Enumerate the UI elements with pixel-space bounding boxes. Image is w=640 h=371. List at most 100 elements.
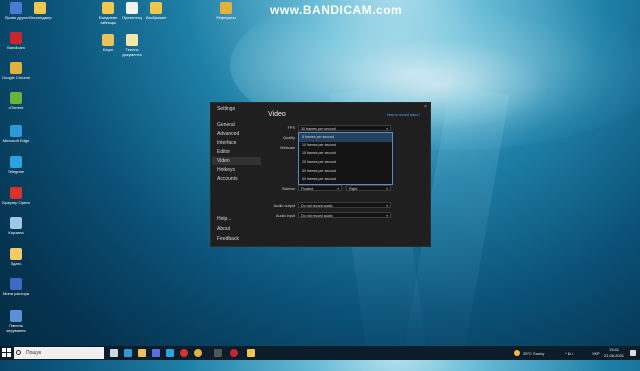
desktop-icon-label: Рефераты — [216, 15, 236, 20]
app-icon — [10, 310, 22, 322]
language-indicator[interactable]: УКР — [592, 351, 600, 356]
app-icon[interactable] — [247, 349, 255, 357]
app-icon — [10, 156, 22, 168]
search-placeholder: Пошук — [26, 350, 42, 356]
app-icon — [10, 2, 22, 14]
app-icon — [150, 2, 162, 14]
desktop-icon[interactable]: Bandicam — [0, 32, 32, 50]
app-icon[interactable] — [214, 349, 222, 357]
desktop-icon[interactable]: Панель керування — [0, 310, 32, 333]
nav-feedback[interactable]: Feedback — [217, 236, 239, 242]
edge-icon[interactable] — [124, 349, 132, 357]
nav-about[interactable]: About — [217, 226, 230, 232]
opera-icon[interactable] — [180, 349, 188, 357]
nav-general[interactable]: General — [217, 122, 235, 128]
desktop-icon-label: Браузер Opera — [2, 200, 30, 205]
tray-icons[interactable]: ^ ◘ ♪ — [565, 351, 574, 356]
fps-value: 30 frames per second — [301, 127, 336, 131]
fps-dropdown-list: 5 frames per second 10 frames per second… — [298, 132, 393, 185]
nav-advanced[interactable]: Advanced — [217, 131, 239, 137]
desktop-icon-label: Мессенджер — [28, 15, 52, 20]
app-icon — [10, 125, 22, 137]
desktop-icon-label: Корзина — [8, 230, 24, 235]
app-icon — [220, 2, 232, 14]
desktop-icon-label: Панель керування — [6, 323, 26, 333]
dialog-title: Settings — [217, 106, 236, 112]
audio-output-select[interactable]: Do not record audio ▾ — [298, 202, 391, 208]
store-icon[interactable] — [152, 349, 160, 357]
notification-icon[interactable] — [630, 350, 636, 356]
close-icon[interactable]: × — [424, 104, 427, 110]
fps-option[interactable]: 60 frames per second — [299, 175, 392, 184]
search-icon — [16, 350, 21, 355]
desktop-icon[interactable]: Google Chrome — [0, 62, 32, 80]
audio-input-value: Do not record audio — [301, 214, 333, 218]
file-explorer-icon[interactable] — [138, 349, 146, 357]
desktop-icon-label: Microsoft Edge — [2, 138, 30, 143]
desktop-icon-label: Google Chrome — [1, 75, 31, 80]
desktop-icon[interactable]: Браузер Opera — [0, 187, 32, 205]
desktop-icon[interactable]: Telegram — [0, 156, 32, 174]
desktop-icon-label: Изображен — [145, 15, 167, 20]
sidebar-label: Sidebar — [281, 187, 295, 191]
howto-link[interactable]: How to record video? — [387, 113, 420, 117]
clock-time[interactable]: 13:41 — [609, 347, 619, 352]
desktop-icon-label: Здать — [10, 261, 22, 266]
audio-output-label: Audio output — [273, 204, 295, 208]
bandicam-watermark: www.BANDICAM.com — [270, 3, 403, 17]
nav-editor[interactable]: Editor — [217, 149, 230, 155]
app-icon — [34, 2, 46, 14]
settings-dialog: Settings × General Advanced Interface Ed… — [210, 102, 431, 247]
desktop-icon[interactable]: uTorrent — [0, 92, 32, 110]
sidebar-mode-select[interactable]: Floated ▾ — [298, 185, 342, 191]
fps-option[interactable]: 15 frames per second — [299, 149, 392, 158]
sidebar-side-select[interactable]: Right ▾ — [346, 185, 391, 191]
chevron-down-icon: ▾ — [386, 214, 388, 218]
desktop-icon[interactable]: Тексты документа — [116, 34, 148, 57]
task-view-icon[interactable] — [110, 349, 118, 357]
desktop-icon[interactable]: Здать — [0, 248, 32, 266]
clock-date[interactable]: 21.06.2021 — [604, 353, 624, 358]
desktop-icon[interactable]: Корзина — [0, 217, 32, 235]
sidebar-mode-value: Floated — [301, 187, 313, 191]
desktop-icon-label: Мини растора — [2, 291, 30, 296]
taskbar: Пошук 25°C Sunny ^ ◘ ♪ УКР 13:41 21.06.2… — [0, 346, 640, 360]
app-icon — [10, 248, 22, 260]
fps-label: FPS — [287, 126, 295, 130]
desktop-icon-label: Bandicam — [7, 45, 25, 50]
windows-start-icon[interactable] — [2, 348, 12, 358]
nav-accounts[interactable]: Accounts — [217, 176, 238, 182]
desktop-icon[interactable]: Мини растора — [0, 278, 32, 296]
app-icon — [10, 217, 22, 229]
telegram-icon[interactable] — [166, 349, 174, 357]
desktop-icon[interactable]: Рефераты — [210, 2, 242, 20]
nav-interface[interactable]: Interface — [217, 140, 236, 146]
fps-select[interactable]: 30 frames per second ▾ — [298, 125, 391, 131]
taskbar-search-input[interactable]: Пошук — [14, 347, 104, 359]
desktop-icon-label: Telegram — [7, 169, 25, 174]
fps-option[interactable]: 20 frames per second — [299, 158, 392, 167]
app-icon — [102, 2, 114, 14]
app-icon — [10, 62, 22, 74]
app-icon — [126, 2, 138, 14]
desktop-icon-label: Тексты документа — [122, 47, 142, 57]
desktop-icon[interactable]: Изображен — [140, 2, 172, 20]
desktop-icon[interactable]: Microsoft Edge — [0, 125, 32, 143]
audio-input-select[interactable]: Do not record audio ▾ — [298, 212, 391, 218]
sidebar-side-value: Right — [349, 187, 358, 191]
app-icon — [102, 34, 114, 46]
desktop-icon-label: uTorrent — [8, 105, 24, 110]
nav-help[interactable]: Help... — [217, 216, 231, 222]
nav-hotkeys[interactable]: Hotkeys — [217, 167, 235, 173]
content-title: Video — [268, 111, 286, 118]
webcam-label: Webcam — [280, 146, 295, 150]
weather-text[interactable]: 25°C Sunny — [523, 351, 544, 356]
nav-video[interactable]: Video — [217, 158, 230, 164]
chevron-down-icon: ▾ — [337, 187, 339, 191]
desktop-icon[interactable]: Мессенджер — [24, 2, 56, 20]
app-icon — [126, 34, 138, 46]
app-icon — [10, 92, 22, 104]
bandicam-taskbar-icon[interactable] — [230, 349, 238, 357]
chevron-down-icon: ▾ — [386, 187, 388, 191]
chrome-icon[interactable] — [194, 349, 202, 357]
